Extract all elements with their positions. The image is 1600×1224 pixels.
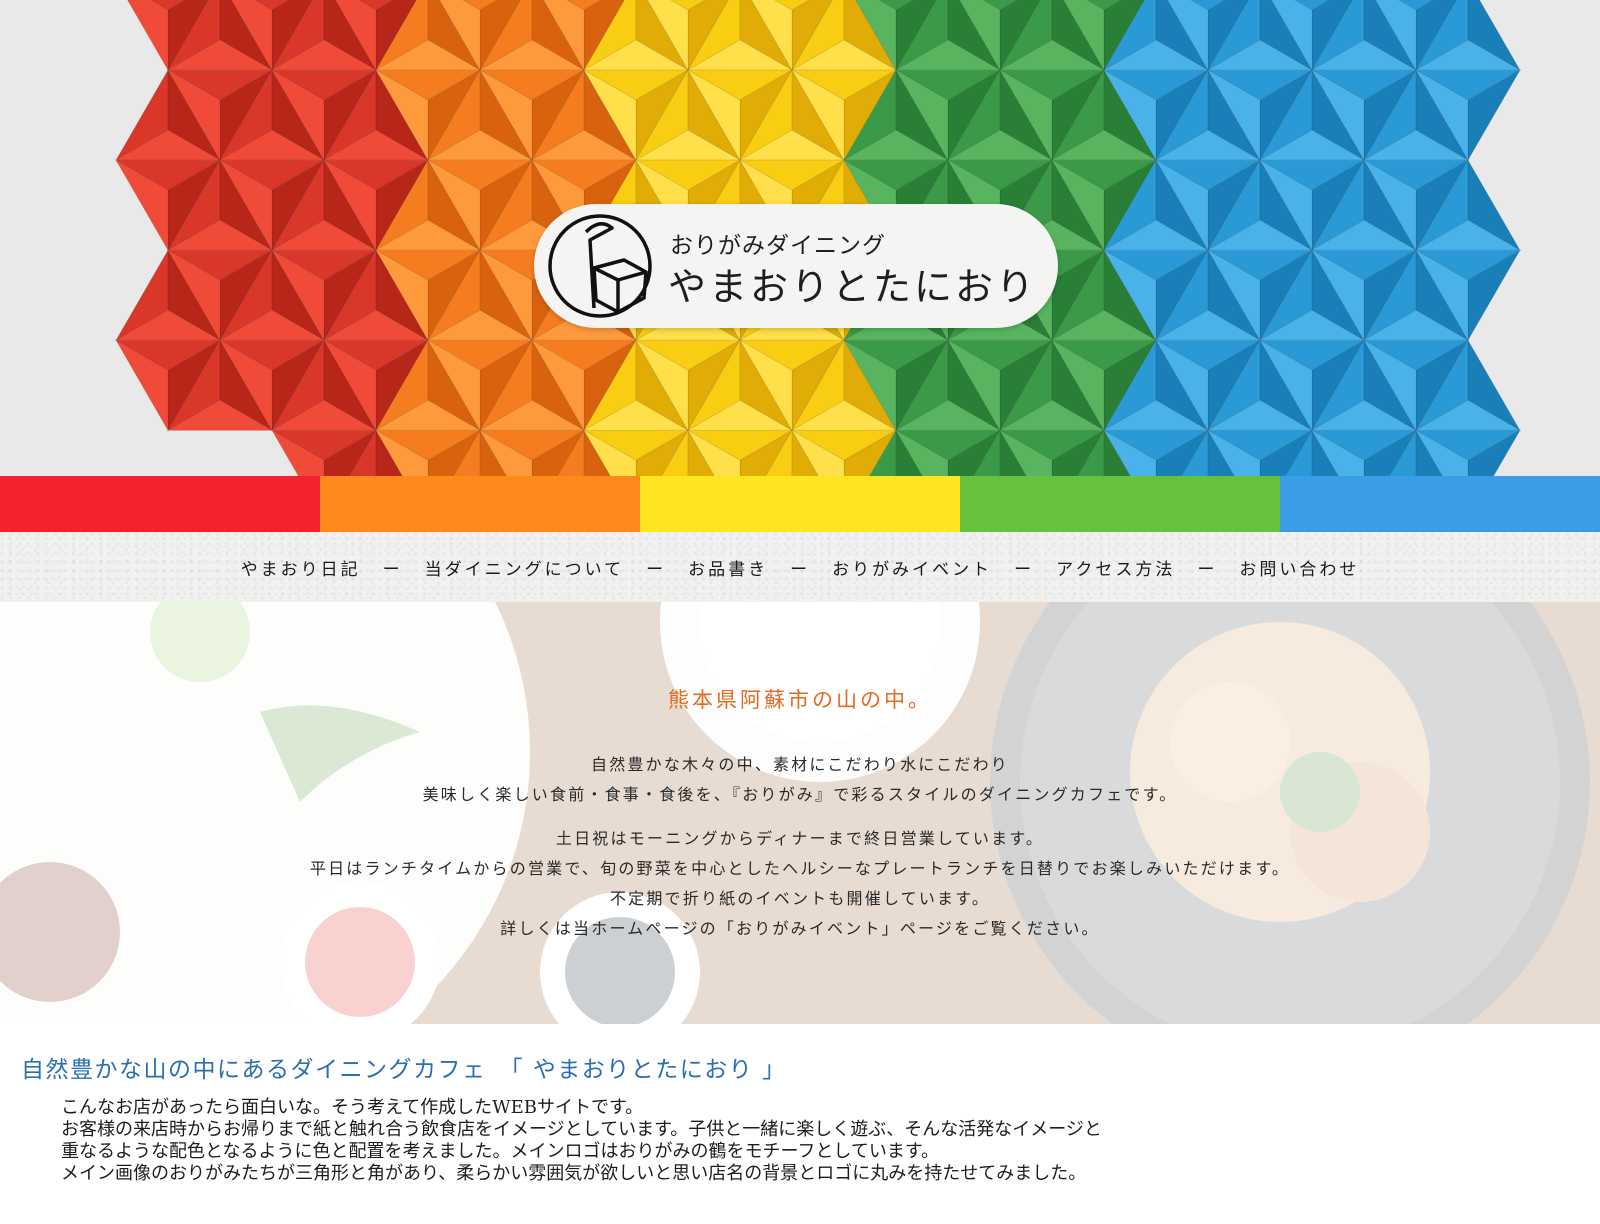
about-line: こんなお店があったら面白いな。そう考えて作成したWEBサイトです。	[61, 1097, 644, 1118]
intro-line: 平日はランチタイムからの営業で、旬の野菜を中心としたヘルシーなプレートランチを日…	[309, 859, 1291, 878]
intro-heading: 熊本県阿蘇市の山の中。	[668, 688, 932, 712]
hero-banner: おりがみダイニング やまおりとたにおり	[0, 0, 1600, 476]
intro-section: 熊本県阿蘇市の山の中。 自然豊かな木々の中、素材にこだわり水にこだわり 美味しく…	[0, 602, 1600, 1024]
nav-separator: ー	[790, 559, 811, 580]
intro-line: 自然豊かな木々の中、素材にこだわり水にこだわり	[591, 755, 1009, 774]
intro-text: 熊本県阿蘇市の山の中。 自然豊かな木々の中、素材にこだわり水にこだわり 美味しく…	[0, 602, 1600, 1024]
intro-line: 詳しくは当ホームページの「おりがみイベント」ページをご覧ください。	[500, 919, 1100, 938]
about-section: 自然豊かな山の中にあるダイニングカフェ 「 やまおりとたにおり 」 こんなお店が…	[0, 1024, 1600, 1224]
intro-line: 美味しく楽しい食前・食事・食後を、『おりがみ』で彩るスタイルのダイニングカフェで…	[422, 785, 1178, 804]
origami-facet	[126, 0, 169, 72]
about-line: メイン画像のおりがみたちが三角形と角があり、柔らかい雰囲気が欲しいと思い店名の背…	[61, 1163, 1087, 1184]
rainbow-orange	[320, 476, 640, 532]
intro-paragraph-1: 自然豊かな木々の中、素材にこだわり水にこだわり 美味しく楽しい食前・食事・食後を…	[0, 750, 1600, 810]
rainbow-green	[960, 476, 1280, 532]
logo-subtitle: おりがみダイニング	[670, 233, 886, 259]
intro-line: 不定期で折り紙のイベントも開催しています。	[609, 889, 991, 908]
nav-item-events[interactable]: おりがみイベント	[832, 555, 992, 580]
nav-separator: ー	[646, 559, 667, 580]
nav-separator: ー	[1197, 559, 1218, 580]
logo-title: やまおりとたにおり	[668, 265, 1038, 309]
nav-separator: ー	[1014, 559, 1035, 580]
crane-logo-icon	[548, 214, 652, 318]
nav-item-access[interactable]: アクセス方法	[1056, 555, 1175, 580]
nav-item-contact[interactable]: お問い合わせ	[1239, 555, 1359, 580]
intro-line: 土日祝はモーニングからディナーまで終日営業しています。	[555, 829, 1045, 848]
intro-paragraph-2: 土日祝はモーニングからディナーまで終日営業しています。 平日はランチタイムからの…	[0, 824, 1600, 944]
nav-item-about[interactable]: 当ダイニングについて	[425, 555, 625, 580]
main-nav: やまおり日記 ー 当ダイニングについて ー お品書き ー おりがみイベント ー …	[0, 532, 1600, 602]
rainbow-red	[0, 476, 320, 532]
rainbow-blue	[1280, 476, 1600, 532]
about-body: こんなお店があったら面白いな。そう考えて作成したWEBサイトです。 お客様の来店…	[61, 1097, 1102, 1185]
nav-item-diary[interactable]: やまおり日記	[241, 555, 361, 580]
rainbow-bar	[0, 476, 1600, 532]
about-title: 自然豊かな山の中にあるダイニングカフェ 「 やまおりとたにおり 」	[21, 1057, 787, 1083]
nav-item-menu[interactable]: お品書き	[688, 555, 768, 580]
about-line: お客様の来店時からお帰りまで紙と触れ合う飲食店をイメージとしています。子供と一緒…	[61, 1119, 1102, 1140]
nav-list: やまおり日記 ー 当ダイニングについて ー お品書き ー おりがみイベント ー …	[241, 555, 1360, 580]
nav-separator: ー	[382, 559, 403, 580]
about-line: 重なるような配色となるように色と配置を考えました。メインロゴはおりがみの鶴をモチ…	[61, 1141, 940, 1162]
rainbow-yellow	[640, 476, 960, 532]
site-logo[interactable]: おりがみダイニング やまおりとたにおり	[534, 204, 1058, 328]
